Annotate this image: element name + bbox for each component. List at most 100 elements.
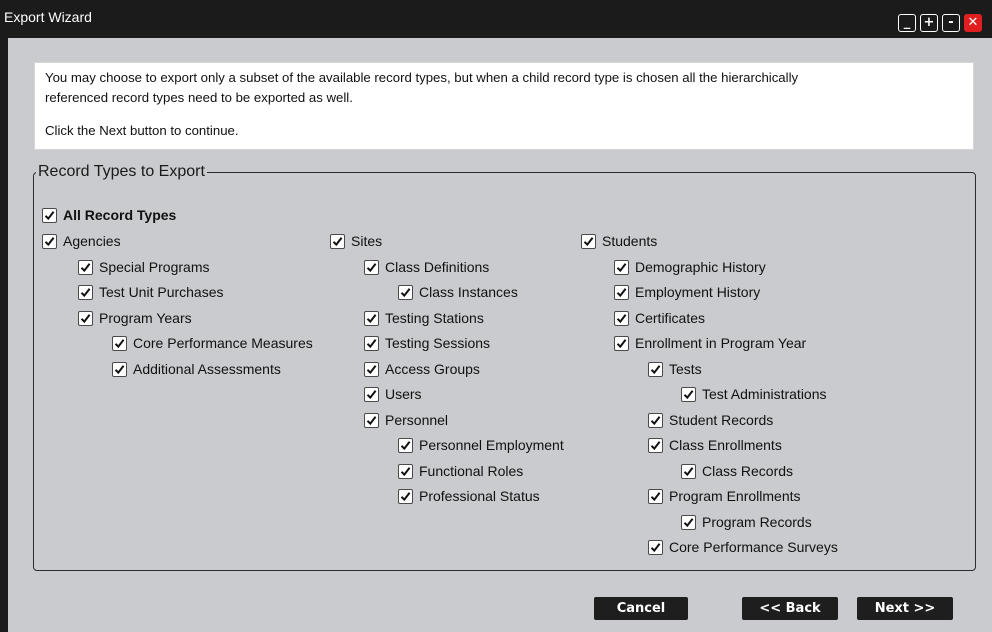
checkbox-program-enrollments[interactable]: Program Enrollments	[648, 487, 801, 507]
checkbox-access-groups[interactable]: Access Groups	[364, 360, 480, 380]
checkbox-testing-stations[interactable]: Testing Stations	[364, 309, 484, 329]
checkbox-checked-icon[interactable]	[648, 539, 663, 555]
checkbox-checked-icon[interactable]	[398, 488, 413, 504]
checkbox-enrollment-in-program-year[interactable]: Enrollment in Program Year	[614, 334, 806, 354]
window-left-border	[0, 38, 8, 632]
checkbox-employment-history[interactable]: Employment History	[614, 283, 760, 303]
checkbox-tests[interactable]: Tests	[648, 360, 702, 380]
checkbox-checked-icon[interactable]	[42, 207, 57, 223]
checkbox-functional-roles[interactable]: Functional Roles	[398, 462, 523, 482]
checkbox-label: Testing Stations	[385, 310, 484, 326]
close-button[interactable]: ✕	[964, 14, 982, 32]
record-types-legend: Record Types to Export	[38, 163, 205, 180]
back-button[interactable]: << Back	[742, 597, 838, 620]
checkbox-label: Personnel Employment	[419, 437, 564, 453]
checkbox-checked-icon[interactable]	[681, 386, 696, 402]
checkbox-checked-icon[interactable]	[648, 361, 663, 377]
instructions-line: You may choose to export only a subset o…	[45, 70, 799, 85]
next-button[interactable]: Next >>	[857, 597, 953, 620]
checkbox-students[interactable]: Students	[581, 232, 657, 252]
checkbox-checked-icon[interactable]	[78, 310, 93, 326]
checkbox-checked-icon[interactable]	[364, 310, 379, 326]
checkbox-class-instances[interactable]: Class Instances	[398, 283, 518, 303]
checkbox-label: Functional Roles	[419, 463, 524, 479]
checkbox-label: Test Administrations	[702, 386, 827, 402]
checkbox-checked-icon[interactable]	[364, 259, 379, 275]
checkbox-program-records[interactable]: Program Records	[681, 513, 812, 533]
checkbox-test-administrations[interactable]: Test Administrations	[681, 385, 827, 405]
checkbox-agencies[interactable]: Agencies	[42, 232, 121, 252]
checkbox-test-unit-purchases[interactable]: Test Unit Purchases	[78, 283, 224, 303]
checkbox-checked-icon[interactable]	[648, 437, 663, 453]
checkbox-label: Professional Status	[419, 488, 540, 504]
checkbox-checked-icon[interactable]	[581, 233, 596, 249]
checkbox-label: Class Instances	[419, 284, 518, 300]
checkbox-certificates[interactable]: Certificates	[614, 309, 705, 329]
checkbox-checked-icon[interactable]	[398, 463, 413, 479]
checkbox-label: Agencies	[63, 233, 121, 249]
checkbox-checked-icon[interactable]	[364, 361, 379, 377]
checkbox-label: Certificates	[635, 310, 706, 326]
checkbox-additional-assessments[interactable]: Additional Assessments	[112, 360, 281, 380]
checkbox-label: Additional Assessments	[133, 361, 281, 377]
checkbox-checked-icon[interactable]	[614, 259, 629, 275]
checkbox-label: Special Programs	[99, 259, 210, 275]
cancel-button[interactable]: Cancel	[594, 597, 688, 620]
checkbox-label: Sites	[351, 233, 383, 249]
checkbox-checked-icon[interactable]	[614, 284, 629, 300]
checkbox-personnel[interactable]: Personnel	[364, 411, 448, 431]
checkbox-checked-icon[interactable]	[614, 335, 629, 351]
record-types-group: Record Types to Export All Record Types …	[33, 163, 976, 571]
instructions-panel: You may choose to export only a subset o…	[34, 62, 974, 150]
checkbox-checked-icon[interactable]	[42, 233, 57, 249]
checkbox-label: Testing Sessions	[385, 335, 491, 351]
minimize-button[interactable]: _	[898, 14, 916, 32]
checkbox-core-performance-surveys[interactable]: Core Performance Surveys	[648, 538, 838, 558]
checkbox-label: Tests	[669, 361, 702, 377]
checkbox-checked-icon[interactable]	[364, 335, 379, 351]
checkbox-checked-icon[interactable]	[364, 386, 379, 402]
checkbox-checked-icon[interactable]	[648, 412, 663, 428]
checkbox-users[interactable]: Users	[364, 385, 422, 405]
checkbox-label: Students	[602, 233, 658, 249]
checkbox-student-records[interactable]: Student Records	[648, 411, 773, 431]
checkbox-personnel-employment[interactable]: Personnel Employment	[398, 436, 564, 456]
checkbox-checked-icon[interactable]	[364, 412, 379, 428]
checkbox-checked-icon[interactable]	[78, 259, 93, 275]
checkbox-checked-icon[interactable]	[330, 233, 345, 249]
checkbox-checked-icon[interactable]	[112, 335, 127, 351]
checkbox-label: Class Records	[702, 463, 794, 479]
restore-button[interactable]: -	[942, 14, 960, 32]
checkbox-sites[interactable]: Sites	[330, 232, 382, 252]
checkbox-checked-icon[interactable]	[398, 437, 413, 453]
checkbox-label: Test Unit Purchases	[99, 284, 224, 300]
checkbox-label: Enrollment in Program Year	[635, 335, 807, 351]
checkbox-label: Access Groups	[385, 361, 480, 377]
checkbox-class-records[interactable]: Class Records	[681, 462, 793, 482]
maximize-button[interactable]: +	[920, 14, 938, 32]
checkbox-program-years[interactable]: Program Years	[78, 309, 192, 329]
checkbox-checked-icon[interactable]	[681, 463, 696, 479]
checkbox-professional-status[interactable]: Professional Status	[398, 487, 540, 507]
checkbox-label: Core Performance Surveys	[669, 539, 838, 555]
checkbox-class-enrollments[interactable]: Class Enrollments	[648, 436, 782, 456]
checkbox-checked-icon[interactable]	[78, 284, 93, 300]
checkbox-demographic-history[interactable]: Demographic History	[614, 258, 766, 278]
export-wizard-window: Export Wizard _ + - ✕ You may choose to …	[0, 0, 992, 632]
checkbox-label: Class Definitions	[385, 259, 490, 275]
checkbox-testing-sessions[interactable]: Testing Sessions	[364, 334, 490, 354]
checkbox-checked-icon[interactable]	[648, 488, 663, 504]
checkbox-label: Student Records	[669, 412, 774, 428]
checkbox-class-definitions[interactable]: Class Definitions	[364, 258, 489, 278]
checkbox-label: All Record Types	[63, 207, 177, 223]
checkbox-checked-icon[interactable]	[681, 514, 696, 530]
checkbox-core-performance-measures[interactable]: Core Performance Measures	[112, 334, 313, 354]
checkbox-label: Demographic History	[635, 259, 766, 275]
checkbox-label: Program Years	[99, 310, 192, 326]
checkbox-checked-icon[interactable]	[398, 284, 413, 300]
checkbox-all-record-types[interactable]: All Record Types	[42, 206, 176, 226]
checkbox-label: Users	[385, 386, 422, 402]
checkbox-special-programs[interactable]: Special Programs	[78, 258, 210, 278]
checkbox-checked-icon[interactable]	[112, 361, 127, 377]
checkbox-checked-icon[interactable]	[614, 310, 629, 326]
